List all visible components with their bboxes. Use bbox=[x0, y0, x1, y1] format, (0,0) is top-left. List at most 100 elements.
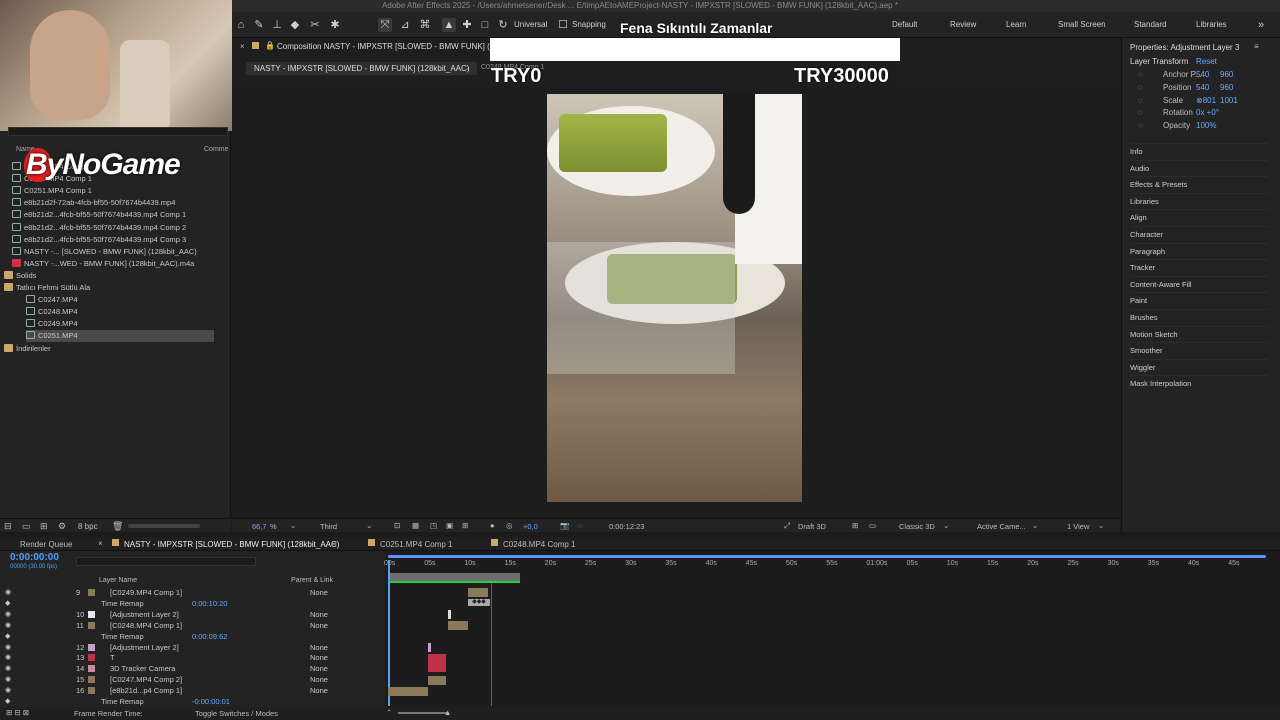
new-folder-icon[interactable]: ▭ bbox=[22, 521, 31, 532]
visibility-eye-icon[interactable]: ◉ bbox=[5, 609, 11, 620]
parent-select[interactable]: None bbox=[310, 674, 328, 685]
panel-tracker[interactable]: Tracker bbox=[1130, 259, 1268, 272]
panel-content-aware-fill[interactable]: Content-Aware Fill bbox=[1130, 275, 1268, 289]
draft-3d-icon[interactable]: ⤢ bbox=[784, 521, 790, 531]
stopwatch-icon[interactable]: ◌ bbox=[1138, 70, 1143, 79]
project-item[interactable]: C0251.MP4 bbox=[26, 330, 214, 343]
label-color-swatch[interactable] bbox=[88, 589, 95, 596]
visibility-eye-icon[interactable]: ◉ bbox=[5, 685, 11, 696]
tab-nasty[interactable]: NASTY - IMPXSTR [SLOWED - BMW FUNK] (128… bbox=[124, 540, 339, 549]
label-color-swatch[interactable] bbox=[88, 654, 95, 662]
panel-brushes[interactable]: Brushes bbox=[1130, 309, 1268, 322]
layer-bar[interactable] bbox=[388, 687, 428, 696]
project-item[interactable]: C0247.MP4 bbox=[26, 294, 78, 306]
snap-toggle-icon[interactable]: ⤧ bbox=[378, 18, 392, 32]
visibility-eye-icon[interactable]: ◉ bbox=[5, 674, 11, 685]
workspace-learn[interactable]: Learn bbox=[1006, 20, 1026, 29]
label-color-swatch[interactable] bbox=[88, 643, 95, 651]
layer-bar[interactable] bbox=[468, 588, 488, 597]
renderer-dropdown-icon[interactable]: ⌄ bbox=[943, 521, 949, 530]
visibility-eye-icon[interactable]: ◉ bbox=[5, 620, 11, 631]
exposure-value[interactable]: +0,0 bbox=[523, 522, 538, 531]
parent-select[interactable]: None bbox=[310, 663, 328, 674]
time-remap-value[interactable]: 0:00:09:62 bbox=[192, 631, 227, 642]
brush-icon[interactable]: ✎ bbox=[252, 18, 266, 32]
show-snapshot-icon[interactable]: ◌ bbox=[578, 521, 582, 530]
snapping-checkbox[interactable]: ☐ bbox=[556, 18, 570, 32]
label-color-swatch[interactable] bbox=[88, 621, 95, 629]
property-value[interactable]: 1001 bbox=[1220, 96, 1238, 105]
project-item[interactable]: Solids bbox=[4, 270, 36, 282]
camera-dropdown-icon[interactable]: ⌄ bbox=[1032, 521, 1038, 530]
layer-name[interactable]: Time Remap bbox=[101, 631, 144, 642]
stamp-icon[interactable]: ⊥ bbox=[270, 18, 284, 32]
stopwatch-icon[interactable]: ◌ bbox=[1138, 121, 1143, 130]
visibility-eye-icon[interactable]: ◉ bbox=[5, 663, 11, 674]
property-value[interactable]: 0x +0° bbox=[1196, 108, 1219, 117]
layer-name[interactable]: [C0249.MP4 Comp 1] bbox=[110, 587, 182, 598]
viewer-timecode[interactable]: 0:00:12:23 bbox=[609, 522, 644, 531]
project-item[interactable]: C0251.MP4 Comp 1 bbox=[12, 185, 92, 197]
renderer-select[interactable]: Classic 3D bbox=[899, 522, 935, 531]
anchor-icon[interactable]: ⊿ bbox=[398, 18, 412, 32]
visibility-eye-icon[interactable]: ◉ bbox=[5, 642, 11, 653]
guides-icon[interactable]: ▣ bbox=[446, 521, 453, 530]
transparency-grid-icon[interactable]: ▦ bbox=[412, 521, 419, 530]
layer-bar[interactable] bbox=[428, 676, 446, 685]
views-dropdown-icon[interactable]: ⌄ bbox=[1098, 521, 1104, 530]
3d-ground-icon[interactable]: ⊞ bbox=[852, 521, 858, 530]
visibility-eye-icon[interactable]: ◉ bbox=[5, 652, 11, 663]
tab-c0251[interactable]: C0251.MP4 Comp 1 bbox=[380, 540, 452, 549]
layer-row[interactable]: ◉ 16 None [e8b21d...p4 Comp 1] bbox=[0, 685, 385, 696]
zoom-value[interactable]: 66,7 bbox=[252, 522, 267, 531]
workspace-standard[interactable]: Standard bbox=[1134, 20, 1166, 29]
zoom-out-icon[interactable]: ⌃ bbox=[386, 708, 392, 717]
layer-row[interactable]: ◉ 11 None [C0248.MP4 Comp 1] bbox=[0, 620, 385, 631]
layer-name-header[interactable]: Layer Name bbox=[99, 577, 137, 584]
parent-select[interactable]: None bbox=[310, 587, 328, 598]
time-remap-row[interactable]: ◆ Time Remap 0:00:09:62 bbox=[0, 631, 385, 642]
project-item[interactable]: e8b21d2f-72ab-4fcb-bf55-50f7674b4439.mp4 bbox=[12, 197, 175, 209]
lock-icon[interactable]: 🔒 bbox=[265, 41, 275, 50]
layer-name[interactable]: Time Remap bbox=[101, 696, 144, 707]
grid-icon[interactable]: ⊞ bbox=[462, 521, 468, 530]
thumbnail-scroll[interactable] bbox=[128, 524, 200, 528]
rotate-tool-icon[interactable]: ↻ bbox=[496, 18, 510, 32]
workspace-review[interactable]: Review bbox=[950, 20, 976, 29]
parent-select[interactable]: None bbox=[310, 642, 328, 653]
snapping-label[interactable]: Snapping bbox=[572, 20, 606, 29]
eraser-icon[interactable]: ◆ bbox=[288, 18, 302, 32]
panel-character[interactable]: Character bbox=[1130, 226, 1268, 239]
parent-select[interactable]: None bbox=[310, 609, 328, 620]
panel-mask-interpolation[interactable]: Mask Interpolation bbox=[1130, 375, 1268, 388]
layer-row[interactable]: ◉ 14 None 3D Tracker Camera bbox=[0, 663, 385, 674]
layer-name[interactable]: 3D Tracker Camera bbox=[110, 663, 175, 674]
layer-name[interactable]: Time Remap bbox=[101, 598, 144, 609]
rectangle-tool-icon[interactable]: □ bbox=[478, 18, 492, 32]
panel-info[interactable]: Info bbox=[1130, 143, 1268, 156]
composition-panel-title[interactable]: Composition NASTY - IMPXSTR [SLOWED - BM… bbox=[277, 42, 503, 51]
keyframe-nav-icon[interactable]: ◆ bbox=[5, 696, 10, 707]
property-value[interactable]: 960 bbox=[1220, 70, 1233, 79]
shape-icon[interactable]: ⌘ bbox=[418, 18, 432, 32]
parent-link-header[interactable]: Parent & Link bbox=[291, 577, 333, 584]
project-item[interactable]: NASTY -...WED - BMW FUNK] (128kbit_AAC).… bbox=[12, 258, 194, 270]
trash-icon[interactable]: 🗑 bbox=[112, 521, 123, 532]
label-color-swatch[interactable] bbox=[88, 665, 95, 673]
universal-label[interactable]: Universal bbox=[514, 20, 547, 29]
panel-libraries[interactable]: Libraries bbox=[1130, 192, 1268, 206]
layer-row[interactable]: ◉ 13 None T bbox=[0, 652, 385, 663]
property-value[interactable]: 540 bbox=[1196, 70, 1209, 79]
region-of-interest-icon[interactable]: ⊡ bbox=[394, 521, 400, 530]
toggle-switches-modes[interactable]: Toggle Switches / Modes bbox=[195, 709, 278, 718]
project-col-comment[interactable]: Comme bbox=[204, 146, 229, 153]
label-color-swatch[interactable] bbox=[88, 676, 95, 684]
views-select[interactable]: 1 View bbox=[1067, 522, 1089, 531]
parent-select[interactable]: None bbox=[310, 685, 328, 696]
keyframe-nav-icon[interactable]: ◆ bbox=[5, 631, 10, 642]
visibility-eye-icon[interactable]: ◉ bbox=[5, 587, 11, 598]
stopwatch-icon[interactable]: ◌ bbox=[1138, 83, 1143, 92]
draft-3d-label[interactable]: Draft 3D bbox=[798, 522, 826, 531]
panel-paragraph[interactable]: Paragraph bbox=[1130, 242, 1268, 256]
stopwatch-icon[interactable]: ◌ bbox=[1138, 96, 1143, 105]
